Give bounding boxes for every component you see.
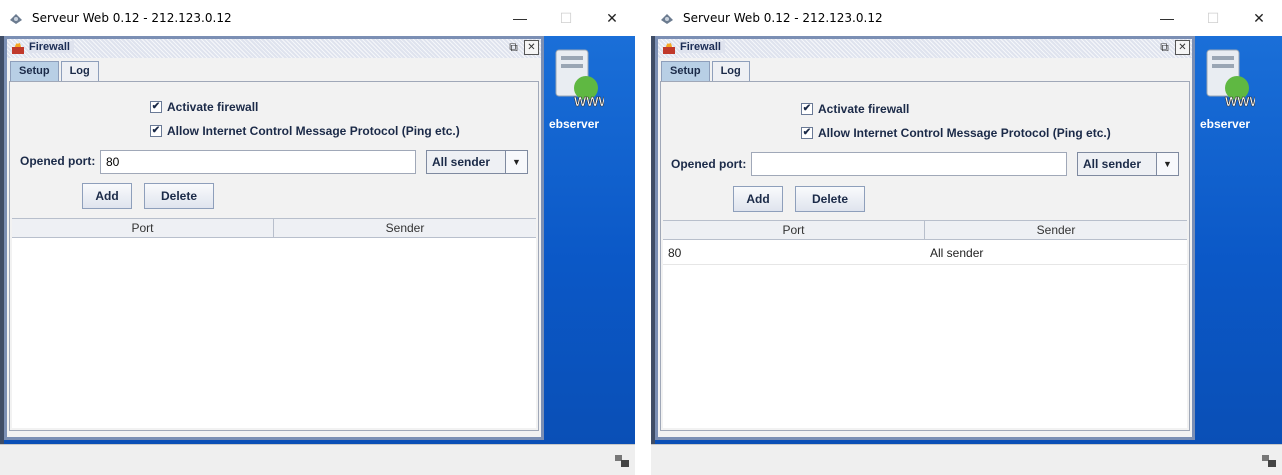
close-frame-icon[interactable]: ✕ xyxy=(1175,40,1190,55)
sender-select[interactable]: All sender ▼ xyxy=(426,150,528,174)
status-bar xyxy=(651,444,1282,475)
delete-button[interactable]: Delete xyxy=(795,186,865,212)
tab-bar: Setup Log xyxy=(661,61,752,81)
table-header: Port Sender xyxy=(12,219,536,238)
port-table: Port Sender xyxy=(12,218,536,428)
firewall-frame: Firewall ⧉ ✕ Setup Log ✔ Activate firewa… xyxy=(655,36,1195,440)
setup-panel: ✔ Activate firewall ✔ Allow Internet Con… xyxy=(660,81,1190,431)
add-button[interactable]: Add xyxy=(733,186,783,212)
port-table: Port Sender 80 All sender xyxy=(663,220,1187,428)
activate-firewall-row[interactable]: ✔ Activate firewall xyxy=(801,102,909,116)
icmp-label: Allow Internet Control Message Protocol … xyxy=(167,124,460,138)
opened-port-input[interactable] xyxy=(751,152,1067,176)
svg-text:WWW: WWW xyxy=(1225,94,1255,109)
maximize-button[interactable]: ☐ xyxy=(543,0,589,36)
activate-firewall-checkbox[interactable]: ✔ xyxy=(801,103,813,115)
webserver-desktop-label: ebserver xyxy=(1200,117,1251,131)
table-row[interactable]: 80 All sender xyxy=(663,241,1187,265)
minimize-button[interactable]: — xyxy=(497,0,543,36)
webserver-desktop-icon[interactable]: WWW xyxy=(544,44,604,114)
opened-port-label: Opened port: xyxy=(20,154,96,168)
activate-firewall-row[interactable]: ✔ Activate firewall xyxy=(150,100,258,114)
network-status-icon xyxy=(615,455,629,467)
server-app-icon xyxy=(10,14,22,24)
frame-titlebar: Firewall ⧉ ✕ xyxy=(7,39,541,58)
maximize-frame-icon[interactable]: ⧉ xyxy=(506,40,521,55)
activate-firewall-label: Activate firewall xyxy=(818,102,910,116)
cell-sender: All sender xyxy=(930,246,984,260)
chevron-down-icon[interactable]: ▼ xyxy=(1156,153,1178,175)
maximize-frame-icon[interactable]: ⧉ xyxy=(1157,40,1172,55)
tab-bar: Setup Log xyxy=(10,61,101,81)
setup-panel: ✔ Activate firewall ✔ Allow Internet Con… xyxy=(9,81,539,431)
icmp-row[interactable]: ✔ Allow Internet Control Message Protoco… xyxy=(801,126,1111,140)
icmp-checkbox[interactable]: ✔ xyxy=(150,125,162,137)
svg-text:WWW: WWW xyxy=(574,94,604,109)
sender-selected-value: All sender xyxy=(1083,157,1142,171)
panel-divider xyxy=(635,0,651,475)
frame-title: Firewall xyxy=(680,41,725,53)
webserver-desktop-icon[interactable]: WWW xyxy=(1195,44,1255,114)
opened-port-input[interactable] xyxy=(100,150,416,174)
close-frame-icon[interactable]: ✕ xyxy=(524,40,539,55)
tab-setup[interactable]: Setup xyxy=(661,61,710,81)
chevron-down-icon[interactable]: ▼ xyxy=(505,151,527,173)
window-title: Serveur Web 0.12 - 212.123.0.12 xyxy=(32,11,232,25)
window-titlebar: Serveur Web 0.12 - 212.123.0.12 — ☐ ✕ xyxy=(651,0,1282,36)
minimize-button[interactable]: — xyxy=(1144,0,1190,36)
webserver-desktop-label: ebserver xyxy=(549,117,600,131)
column-header-port[interactable]: Port xyxy=(12,219,274,237)
tab-log[interactable]: Log xyxy=(60,61,99,81)
activate-firewall-checkbox[interactable]: ✔ xyxy=(150,101,162,113)
window-title: Serveur Web 0.12 - 212.123.0.12 xyxy=(683,11,883,25)
tab-log[interactable]: Log xyxy=(711,61,750,81)
column-header-sender[interactable]: Sender xyxy=(925,221,1187,239)
column-header-port[interactable]: Port xyxy=(663,221,925,239)
opened-port-label: Opened port: xyxy=(671,157,747,171)
firewall-icon xyxy=(663,43,675,54)
window-titlebar: Serveur Web 0.12 - 212.123.0.12 — ☐ ✕ xyxy=(0,0,635,36)
maximize-button[interactable]: ☐ xyxy=(1190,0,1236,36)
icmp-row[interactable]: ✔ Allow Internet Control Message Protoco… xyxy=(150,124,460,138)
window-right: Serveur Web 0.12 - 212.123.0.12 — ☐ ✕ WW… xyxy=(651,0,1282,475)
frame-titlebar: Firewall ⧉ ✕ xyxy=(658,39,1192,58)
firewall-icon xyxy=(12,43,24,54)
sender-selected-value: All sender xyxy=(432,155,491,169)
sender-select[interactable]: All sender ▼ xyxy=(1077,152,1179,176)
frame-title: Firewall xyxy=(29,41,74,53)
close-button[interactable]: ✕ xyxy=(589,0,635,36)
activate-firewall-label: Activate firewall xyxy=(167,100,259,114)
tab-setup[interactable]: Setup xyxy=(10,61,59,81)
close-button[interactable]: ✕ xyxy=(1236,0,1282,36)
table-header: Port Sender xyxy=(663,221,1187,240)
status-bar xyxy=(0,444,635,475)
column-header-sender[interactable]: Sender xyxy=(274,219,536,237)
icmp-checkbox[interactable]: ✔ xyxy=(801,127,813,139)
add-button[interactable]: Add xyxy=(82,183,132,209)
window-left: Serveur Web 0.12 - 212.123.0.12 — ☐ ✕ WW… xyxy=(0,0,635,475)
network-status-icon xyxy=(1262,455,1276,467)
delete-button[interactable]: Delete xyxy=(144,183,214,209)
firewall-frame: Firewall ⧉ ✕ Setup Log ✔ Activate firewa… xyxy=(4,36,544,440)
cell-port: 80 xyxy=(668,246,682,260)
icmp-label: Allow Internet Control Message Protocol … xyxy=(818,126,1111,140)
server-app-icon xyxy=(661,14,673,24)
